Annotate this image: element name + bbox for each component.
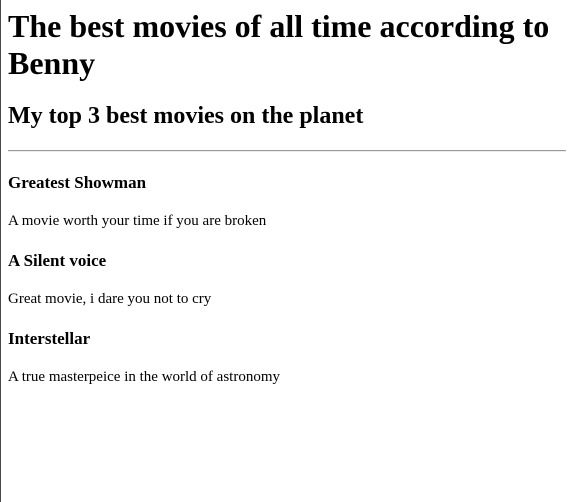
movie-description: A true masterpeice in the world of astro…: [8, 369, 281, 385]
movie-item-interstellar: Interstellar A true masterpeice in the w…: [8, 329, 566, 386]
movie-list: Greatest Showman A movie worth your time…: [8, 173, 566, 386]
movie-description: A movie worth your time if you are broke…: [8, 213, 267, 229]
window-left-border: [0, 0, 1, 502]
movie-item-greatest-showman: Greatest Showman A movie worth your time…: [8, 173, 566, 230]
section-divider: [8, 150, 566, 152]
page-content: The best movies of all time according to…: [8, 0, 566, 386]
movie-title: Greatest Showman: [8, 173, 147, 192]
movie-item-a-silent-voice: A Silent voice Great movie, i dare you n…: [8, 251, 566, 308]
page-title: The best movies of all time according to…: [8, 8, 550, 81]
movie-title: Interstellar: [8, 329, 91, 348]
page-subtitle: My top 3 best movies on the planet: [8, 103, 364, 129]
movie-title: A Silent voice: [8, 251, 107, 270]
movie-description: Great movie, i dare you not to cry: [8, 291, 212, 307]
